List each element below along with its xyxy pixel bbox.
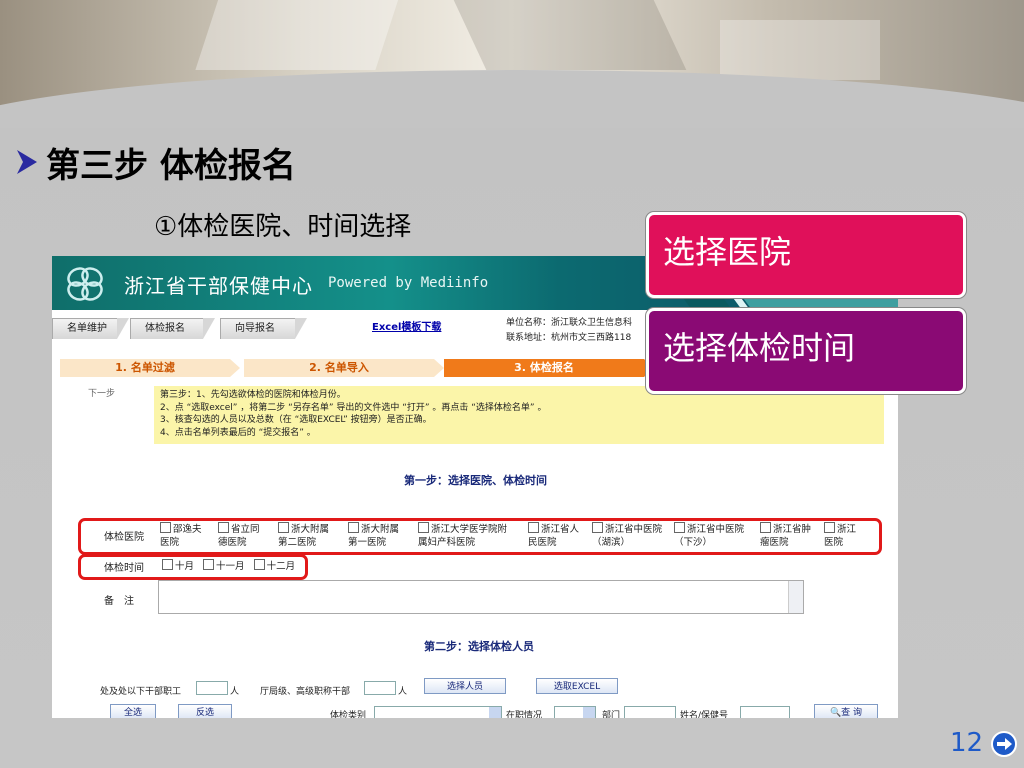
unit-person: 人 [398, 687, 408, 697]
tab-exam-registration[interactable]: 体检报名 [130, 318, 215, 339]
scrollbar[interactable] [788, 581, 803, 613]
invert-selection-button[interactable]: 反选 [178, 704, 232, 718]
job-status-label: 在职情况 [506, 711, 543, 718]
callout-time-text: 选择体检时间 [663, 329, 856, 367]
senior-label: 厅局级、高级职称干部 [260, 687, 351, 697]
hospital-highlight-box [78, 518, 882, 555]
header-banner-image [0, 0, 1024, 128]
unit-address: 联系地址：杭州市文三西路118 [506, 333, 632, 343]
step-2: 2. 名单导入 [244, 359, 434, 377]
instruction-line: 4、点击名单列表最后的 “提交报名” 。 [160, 427, 316, 438]
dept-input[interactable] [624, 706, 676, 718]
search-icon: 🔍 [829, 708, 842, 718]
slide-title-text: 第三步 体检报名 [46, 145, 296, 186]
select-all-button[interactable]: 全选 [110, 704, 156, 718]
remarks-label: 备 注 [104, 596, 134, 607]
chevron-down-icon[interactable] [583, 707, 595, 718]
step1-title: 第一步：选择医院、体检时间 [404, 474, 547, 487]
unit-info: 单位名称：浙江联众卫生信息科 联系地址：杭州市文三西路118 [506, 316, 632, 346]
step2-title: 第二步：选择体检人员 [424, 640, 534, 653]
remarks-textarea[interactable] [158, 580, 804, 614]
callout-select-time: 选择体检时间 [646, 308, 966, 394]
step-1: 1. 名单过滤 [60, 359, 230, 377]
exam-type-label: 体检类别 [330, 711, 367, 718]
unit-name: 单位名称：浙江联众卫生信息科 [506, 318, 633, 328]
tab-list-maintenance[interactable]: 名单维护 [52, 318, 129, 339]
name-id-input[interactable] [740, 706, 790, 718]
slide-title: 第三步 体检报名 [14, 138, 296, 186]
select-excel-button[interactable]: 选取EXCEL [536, 678, 618, 694]
step-3: 3. 体检报名 [444, 359, 644, 377]
bullet-arrow-icon [17, 150, 37, 174]
select-people-button[interactable]: 选择人员 [424, 678, 506, 694]
tab-wizard-registration[interactable]: 向导报名 [220, 318, 307, 339]
instruction-line: 3、核查勾选的人员以及总数（在 “选取EXCEL” 按钮旁）是否正确。 [160, 415, 432, 425]
logo-icon [67, 267, 103, 301]
instruction-line: 2、点 “选取excel” ，将第二步 “另存名单” 导出的文件选中 “打开” … [160, 402, 547, 413]
slide-subtitle: ①体检医院、时间选择 [154, 212, 412, 242]
job-status-select[interactable] [554, 706, 596, 718]
chevron-down-icon[interactable] [489, 707, 501, 718]
query-button[interactable]: 🔍查 询 [814, 704, 878, 718]
powered-by: Powered by Mediinfo [328, 275, 489, 291]
time-highlight-box [78, 554, 308, 580]
step-arrow [434, 359, 444, 377]
staff-label: 处及处以下干部职工 [100, 687, 182, 697]
unit-person: 人 [230, 687, 240, 697]
senior-count-input[interactable] [364, 681, 396, 695]
next-arrow-icon[interactable] [990, 730, 1018, 758]
page-number: 12 [950, 728, 984, 758]
callout-select-hospital: 选择医院 [646, 212, 966, 298]
step-arrow [230, 359, 240, 377]
exam-type-select[interactable] [374, 706, 502, 718]
callout-hospital-text: 选择医院 [663, 233, 792, 271]
next-step-link[interactable]: 下一步 [88, 386, 115, 399]
staff-count-input[interactable] [196, 681, 228, 695]
excel-template-download-link[interactable]: Excel模板下载 [372, 318, 441, 333]
instructions-box: 第三步：1、先勾选欲体检的医院和体检月份。 2、点 “选取excel” ，将第二… [154, 386, 884, 444]
dept-label: 部门 [602, 711, 621, 718]
name-id-label: 姓名/保健号 [680, 711, 729, 718]
app-title: 浙江省干部保健中心 [124, 274, 313, 298]
